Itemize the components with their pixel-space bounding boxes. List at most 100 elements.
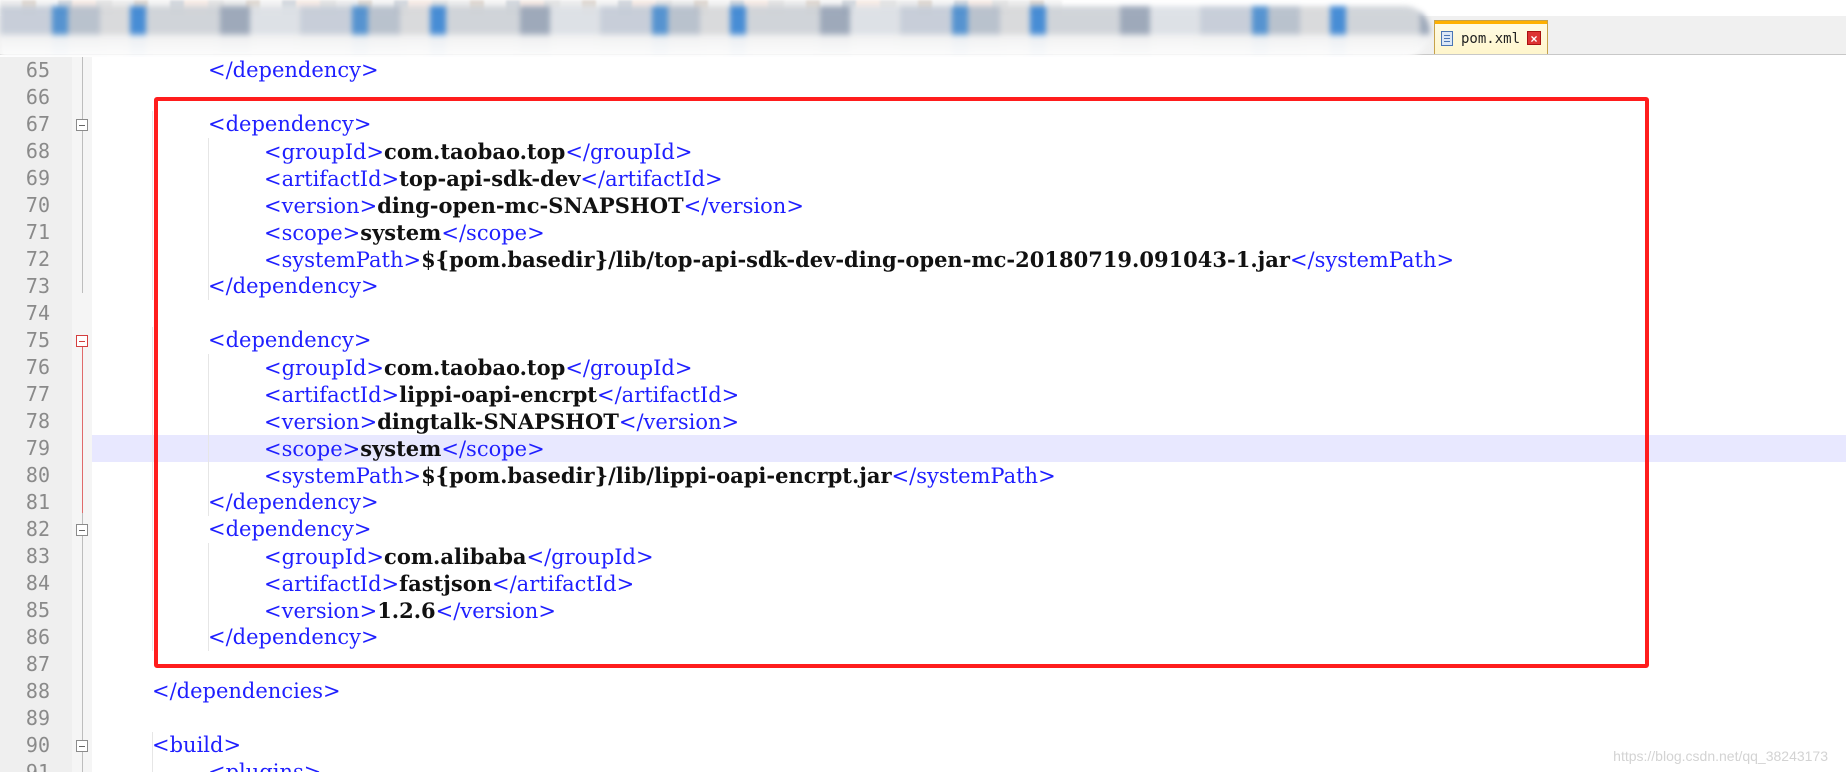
line-number: 72 xyxy=(0,246,72,273)
xml-tag: </dependency> xyxy=(208,58,379,82)
xml-tag: </systemPath> xyxy=(1289,248,1455,272)
xml-tag: </scope> xyxy=(441,437,545,461)
code-text[interactable]: <groupId>com.alibaba</groupId> xyxy=(264,543,654,570)
indent-guide xyxy=(152,111,153,300)
xml-value: lippi-oapi-encrpt xyxy=(399,382,598,407)
code-text[interactable]: <scope>system</scope> xyxy=(264,219,545,246)
fold-toggle-icon[interactable] xyxy=(76,740,88,752)
code-text[interactable]: <dependency> xyxy=(208,516,371,543)
xml-tag: <dependency> xyxy=(208,112,372,136)
code-line[interactable]: 86 </dependency> xyxy=(0,624,1846,651)
code-line[interactable]: 89 xyxy=(0,705,1846,732)
code-line[interactable]: 80 <systemPath>${pom.basedir}/lib/lippi-o… xyxy=(0,462,1846,489)
xml-value: com.taobao.top xyxy=(384,139,566,164)
code-line[interactable]: 75 <dependency> xyxy=(0,327,1846,354)
code-text[interactable]: </dependencies> xyxy=(152,678,341,705)
indent-guide xyxy=(152,732,153,772)
xml-tag: </dependency> xyxy=(208,274,379,298)
code-editor[interactable]: 65 </dependency> 66 67 <dependency> 68 <groupI… xyxy=(0,57,1846,772)
line-number: 91 xyxy=(0,759,72,772)
code-line[interactable]: 87 xyxy=(0,651,1846,678)
line-number: 82 xyxy=(0,516,72,543)
code-line[interactable]: 71 <scope>system</scope> xyxy=(0,219,1846,246)
xml-tag: </dependency> xyxy=(208,625,379,649)
xml-tag: <artifactId> xyxy=(264,383,400,407)
xml-tag: <build> xyxy=(152,733,242,757)
code-text[interactable]: <build> xyxy=(152,732,241,759)
code-text[interactable]: <systemPath>${pom.basedir}/lib/top-api-s… xyxy=(264,246,1454,273)
code-line[interactable]: 90 <build> xyxy=(0,732,1846,759)
line-number: 90 xyxy=(0,732,72,759)
xml-value: fastjson xyxy=(399,571,492,596)
code-line[interactable]: 85 <version>1.2.6</version> xyxy=(0,597,1846,624)
code-line[interactable]: 73 </dependency> xyxy=(0,273,1846,300)
code-text[interactable]: <artifactId>fastjson</artifactId> xyxy=(264,570,634,597)
code-line[interactable]: 74 xyxy=(0,300,1846,327)
code-text[interactable]: <dependency> xyxy=(208,327,371,354)
code-text[interactable]: <version>dingtalk-SNAPSHOT</version> xyxy=(264,408,739,435)
xml-tag: </groupId> xyxy=(565,140,693,164)
code-line[interactable]: 72 <systemPath>${pom.basedir}/lib/top-api… xyxy=(0,246,1846,273)
code-line[interactable]: 70 <version>ding-open-mc-SNAPSHOT</versio… xyxy=(0,192,1846,219)
indent-guide xyxy=(152,327,153,516)
line-number: 67 xyxy=(0,111,72,138)
xml-tag: </dependency> xyxy=(208,490,379,514)
code-line[interactable]: 84 <artifactId>fastjson</artifactId> xyxy=(0,570,1846,597)
code-text[interactable]: <artifactId>top-api-sdk-dev</artifactId> xyxy=(264,165,723,192)
fold-toggle-icon[interactable] xyxy=(76,335,88,347)
code-line[interactable]: 65 </dependency> xyxy=(0,57,1846,84)
xml-tag: <plugins> xyxy=(208,760,322,772)
code-line[interactable]: 82 <dependency> xyxy=(0,516,1846,543)
code-line[interactable]: 69 <artifactId>top-api-sdk-dev</artifactI… xyxy=(0,165,1846,192)
code-line[interactable]: 76 <groupId>com.taobao.top</groupId> xyxy=(0,354,1846,381)
code-text[interactable]: <plugins> xyxy=(208,759,321,772)
code-text[interactable]: <systemPath>${pom.basedir}/lib/lippi-oap… xyxy=(264,462,1056,489)
indent-guide xyxy=(208,354,209,516)
code-line[interactable]: 68 <groupId>com.taobao.top</groupId> xyxy=(0,138,1846,165)
code-line[interactable]: 83 <groupId>com.alibaba</groupId> xyxy=(0,543,1846,570)
code-text[interactable]: <artifactId>lippi-oapi-encrpt</artifactI… xyxy=(264,381,739,408)
code-text[interactable]: </dependency> xyxy=(208,57,379,84)
line-number: 86 xyxy=(0,624,72,651)
xml-value: com.taobao.top xyxy=(384,355,566,380)
code-text[interactable]: <groupId>com.taobao.top</groupId> xyxy=(264,138,692,165)
code-text[interactable]: <version>1.2.6</version> xyxy=(264,597,556,624)
xml-tag: </scope> xyxy=(441,221,545,245)
active-fold-guide xyxy=(82,347,83,513)
xml-tag: </systemPath> xyxy=(891,464,1056,488)
code-text[interactable]: <dependency> xyxy=(208,111,371,138)
code-line[interactable]: 88 </dependencies> xyxy=(0,678,1846,705)
code-text[interactable]: <scope>system</scope> xyxy=(264,435,545,462)
xml-tag: </dependencies> xyxy=(152,679,341,703)
xml-tag: <scope> xyxy=(264,437,361,461)
code-text[interactable]: <version>ding-open-mc-SNAPSHOT</version> xyxy=(264,192,804,219)
xml-tag: </version> xyxy=(435,599,556,623)
code-line[interactable]: 66 xyxy=(0,84,1846,111)
code-text[interactable]: </dependency> xyxy=(208,624,379,651)
line-number: 68 xyxy=(0,138,72,165)
xml-tag: </version> xyxy=(618,410,740,434)
fold-toggle-icon[interactable] xyxy=(76,524,88,536)
code-text[interactable]: </dependency> xyxy=(208,273,379,300)
fold-guide xyxy=(82,131,83,293)
code-line[interactable]: 67 <dependency> xyxy=(0,111,1846,138)
line-number: 84 xyxy=(0,570,72,597)
line-number: 81 xyxy=(0,489,72,516)
line-number: 66 xyxy=(0,84,72,111)
xml-tag: <artifactId> xyxy=(264,572,400,596)
xml-tag: <version> xyxy=(264,599,378,623)
code-text[interactable]: </dependency> xyxy=(208,489,379,516)
code-line[interactable]: 81 </dependency> xyxy=(0,489,1846,516)
code-line[interactable]: 91 <plugins> xyxy=(0,759,1846,772)
indent-guide xyxy=(152,516,153,651)
tab-pom-xml[interactable]: pom.xml × xyxy=(1434,20,1548,54)
code-line[interactable]: 77 <artifactId>lippi-oapi-encrpt</artifac… xyxy=(0,381,1846,408)
line-number: 78 xyxy=(0,408,72,435)
close-icon[interactable]: × xyxy=(1527,31,1541,46)
code-text[interactable]: <groupId>com.taobao.top</groupId> xyxy=(264,354,692,381)
fold-toggle-icon[interactable] xyxy=(76,119,88,131)
line-number: 79 xyxy=(0,435,72,462)
code-line[interactable]: 79 <scope>system</scope> xyxy=(0,435,1846,462)
watermark: https://blog.csdn.net/qq_38243173 xyxy=(1613,748,1828,764)
code-line[interactable]: 78 <version>dingtalk-SNAPSHOT</version> xyxy=(0,408,1846,435)
